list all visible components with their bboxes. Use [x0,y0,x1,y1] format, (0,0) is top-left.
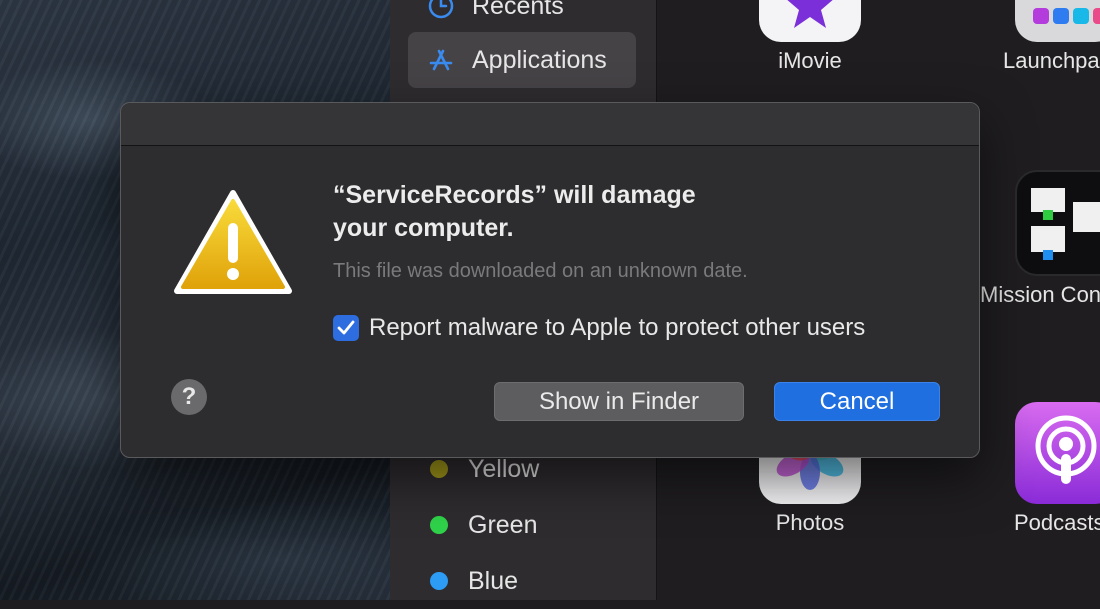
dialog-title: “ServiceRecords” will damage your comput… [333,179,783,245]
sidebar-item-applications[interactable]: Applications [408,32,636,88]
sidebar-tag-label: Yellow [468,454,540,483]
clock-icon [424,0,458,23]
help-button[interactable]: ? [171,379,207,415]
app-name: Mission Control [980,282,1100,307]
malware-warning-dialog: “ServiceRecords” will damage your comput… [120,102,980,458]
sidebar-tag-green[interactable]: Green [408,497,636,553]
tag-dot-icon [430,460,448,478]
sidebar-item-label: Recents [472,0,564,20]
warning-icon [173,189,293,302]
dialog-subtitle: This file was downloaded on an unknown d… [333,260,748,282]
report-malware-checkbox[interactable] [333,315,359,341]
sidebar-item-label: Applications [472,45,607,74]
app-mission-control[interactable]: Mission Control [980,170,1100,308]
app-launchpad[interactable]: Launchpad [975,0,1100,74]
cancel-button[interactable]: Cancel [774,382,940,421]
app-name: Podcasts [1014,510,1100,535]
podcasts-icon [1015,402,1100,504]
report-malware-label[interactable]: Report malware to Apple to protect other… [369,314,865,342]
show-in-finder-button[interactable]: Show in Finder [494,382,744,421]
app-name: Photos [775,510,845,535]
app-name: iMovie [778,48,842,73]
sidebar-tag-label: Blue [468,566,519,595]
tag-dot-icon [430,572,448,590]
report-malware-checkbox-row[interactable]: Report malware to Apple to protect other… [333,314,865,342]
launchpad-icon [1015,0,1100,42]
tag-dot-icon [430,516,448,534]
sidebar-tag-label: Green [468,510,538,539]
checkmark-icon [337,320,355,335]
app-name: Launchpad [1003,48,1100,73]
applications-icon [424,43,458,77]
app-podcasts[interactable]: Podcasts [975,402,1100,536]
app-imovie[interactable]: iMovie [740,0,880,74]
dialog-title-bar [121,103,979,146]
mission-control-icon [1015,170,1100,276]
dialog-title-line: “ServiceRecords” will damage [333,181,696,209]
sidebar-tag-blue[interactable]: Blue [408,553,636,609]
imovie-icon [759,0,861,42]
sidebar-item-recents[interactable]: Recents [408,0,636,34]
dialog-title-line: your computer. [333,214,514,242]
